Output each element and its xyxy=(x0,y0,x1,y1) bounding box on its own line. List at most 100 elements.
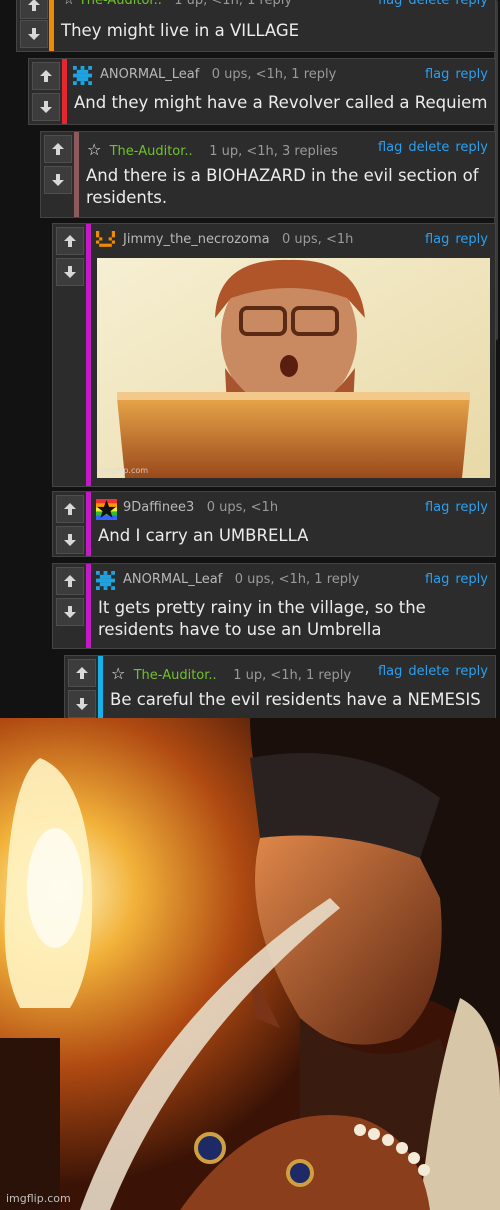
reply-link[interactable]: reply xyxy=(455,500,488,515)
comment-actions: flag reply xyxy=(419,500,488,515)
comment-stats: 0 ups, <1h, 1 reply xyxy=(234,572,360,587)
star-icon: ☆ xyxy=(87,140,102,159)
downvote-button[interactable] xyxy=(56,598,84,626)
username-link[interactable]: ANORMAL_Leaf xyxy=(123,572,222,587)
arrow-down-icon xyxy=(28,28,40,40)
comment-stats: 0 ups, <1h xyxy=(206,500,279,515)
comment-actions: flag delete reply xyxy=(372,0,488,8)
downvote-button[interactable] xyxy=(68,690,96,718)
star-icon: ☆ xyxy=(111,664,126,683)
pixel-avatar-icon xyxy=(96,231,115,247)
comment-text: And there is a BIOHAZARD in the evil sec… xyxy=(86,166,479,207)
username-link[interactable]: 9Daffinee3 xyxy=(123,500,194,515)
arrow-down-icon xyxy=(52,174,64,186)
delete-link[interactable]: delete xyxy=(408,0,449,8)
arrow-up-icon xyxy=(76,667,88,679)
username-link[interactable]: The-Auditor.. xyxy=(79,0,162,8)
comment-meta: ANORMAL_Leaf 0 ups, <1h, 1 reply xyxy=(123,572,359,587)
comment-meta: ☆ The-Auditor.. 1 up, <1h, 1 reply xyxy=(111,664,351,683)
arrow-down-icon xyxy=(64,606,76,618)
comment-meta: ☆ The-Auditor.. 1 up, <1h, 3 replies xyxy=(87,140,338,159)
comment-actions: flag reply xyxy=(419,232,488,247)
comment-text: They might live in a VILLAGE xyxy=(61,21,300,40)
arrow-up-icon xyxy=(52,143,64,155)
comment-meta: Jimmy_the_necrozoma 0 ups, <1h xyxy=(123,232,353,247)
arrow-down-icon xyxy=(40,101,52,113)
comment-card: 9Daffinee3 0 ups, <1h flag reply And I ca… xyxy=(52,491,496,557)
comment-thread: ☆ The-Auditor.. 1 up, <1h, 1 reply flag d… xyxy=(0,0,500,718)
arrow-up-icon xyxy=(40,70,52,82)
delete-link[interactable]: delete xyxy=(408,664,449,679)
username-link[interactable]: The-Auditor.. xyxy=(134,668,217,683)
rainbow-star-avatar-icon xyxy=(96,499,117,520)
downvote-button[interactable] xyxy=(44,166,72,194)
comment-text: Be careful the evil residents have a NEM… xyxy=(110,690,481,709)
image-watermark: imgflip.com xyxy=(101,466,149,475)
comment-stats: 0 ups, <1h, 1 reply xyxy=(211,67,337,82)
upvote-button[interactable] xyxy=(20,0,48,19)
flag-link[interactable]: flag xyxy=(378,664,402,679)
downvote-button[interactable] xyxy=(20,20,48,48)
flag-link[interactable]: flag xyxy=(378,140,402,155)
comment-card: ANORMAL_Leaf 0 ups, <1h, 1 reply flag rep… xyxy=(28,58,496,125)
flag-link[interactable]: flag xyxy=(378,0,402,8)
reply-link[interactable]: reply xyxy=(455,0,488,8)
comment-text: And I carry an UMBRELLA xyxy=(98,526,309,545)
flag-link[interactable]: flag xyxy=(425,500,449,515)
comment-stats: 1 up, <1h, 3 replies xyxy=(209,144,338,159)
comment-actions: flag delete reply xyxy=(372,664,488,679)
thread-bar xyxy=(98,656,103,718)
comment-meta: ☆ The-Auditor.. 1 up, <1h, 1 reply xyxy=(63,0,292,8)
thread-bar xyxy=(86,224,91,486)
reply-link[interactable]: reply xyxy=(455,140,488,155)
comment-stats: 0 ups, <1h xyxy=(282,232,354,247)
reaction-image[interactable] xyxy=(97,258,490,478)
username-link[interactable]: The-Auditor.. xyxy=(110,144,193,159)
comment-stats: 1 up, <1h, 1 reply xyxy=(233,668,352,683)
comment-stats: 1 up, <1h, 1 reply xyxy=(174,0,293,8)
comment-text: And they might have a Revolver called a … xyxy=(74,93,488,112)
comment-meta: 9Daffinee3 0 ups, <1h xyxy=(123,500,278,515)
flag-link[interactable]: flag xyxy=(425,572,449,587)
flag-link[interactable]: flag xyxy=(425,232,449,247)
arrow-up-icon xyxy=(28,0,40,11)
flag-link[interactable]: flag xyxy=(425,67,449,82)
meme-watermark: imgflip.com xyxy=(6,1192,71,1205)
thread-bar xyxy=(86,492,91,556)
pixel-avatar-icon xyxy=(73,66,92,85)
star-icon: ☆ xyxy=(63,0,75,8)
scheming-writer-painting xyxy=(0,718,500,1210)
reply-link[interactable]: reply xyxy=(455,232,488,247)
pixel-avatar-icon xyxy=(96,571,115,590)
username-link[interactable]: Jimmy_the_necrozoma xyxy=(123,232,270,247)
downvote-button[interactable] xyxy=(56,526,84,554)
reply-link[interactable]: reply xyxy=(455,67,488,82)
comment-card: ☆ The-Auditor.. 1 up, <1h, 3 replies fla… xyxy=(40,131,496,218)
comment-card: ANORMAL_Leaf 0 ups, <1h, 1 reply flag rep… xyxy=(52,563,496,649)
arrow-up-icon xyxy=(64,503,76,515)
arrow-down-icon xyxy=(64,534,76,546)
reply-link[interactable]: reply xyxy=(455,572,488,587)
meme-image: imgflip.com xyxy=(0,718,500,1210)
comment-actions: flag reply xyxy=(419,67,488,82)
thread-bar xyxy=(62,59,67,124)
username-link[interactable]: ANORMAL_Leaf xyxy=(100,67,199,82)
downvote-button[interactable] xyxy=(56,258,84,286)
downvote-button[interactable] xyxy=(32,93,60,121)
thread-bar xyxy=(49,0,54,51)
comment-card: Jimmy_the_necrozoma 0 ups, <1h flag reply… xyxy=(52,223,496,487)
comment-card: ☆ The-Auditor.. 1 up, <1h, 1 reply flag d… xyxy=(64,655,496,718)
reply-link[interactable]: reply xyxy=(455,664,488,679)
comment-card: ☆ The-Auditor.. 1 up, <1h, 1 reply flag d… xyxy=(16,0,496,52)
upvote-button[interactable] xyxy=(56,227,84,255)
arrow-up-icon xyxy=(64,235,76,247)
upvote-button[interactable] xyxy=(56,567,84,595)
delete-link[interactable]: delete xyxy=(408,140,449,155)
upvote-button[interactable] xyxy=(56,495,84,523)
thread-bar xyxy=(86,564,91,648)
thread-bar xyxy=(74,132,79,217)
upvote-button[interactable] xyxy=(32,62,60,90)
upvote-button[interactable] xyxy=(68,659,96,687)
upvote-button[interactable] xyxy=(44,135,72,163)
comment-actions: flag reply xyxy=(419,572,488,587)
